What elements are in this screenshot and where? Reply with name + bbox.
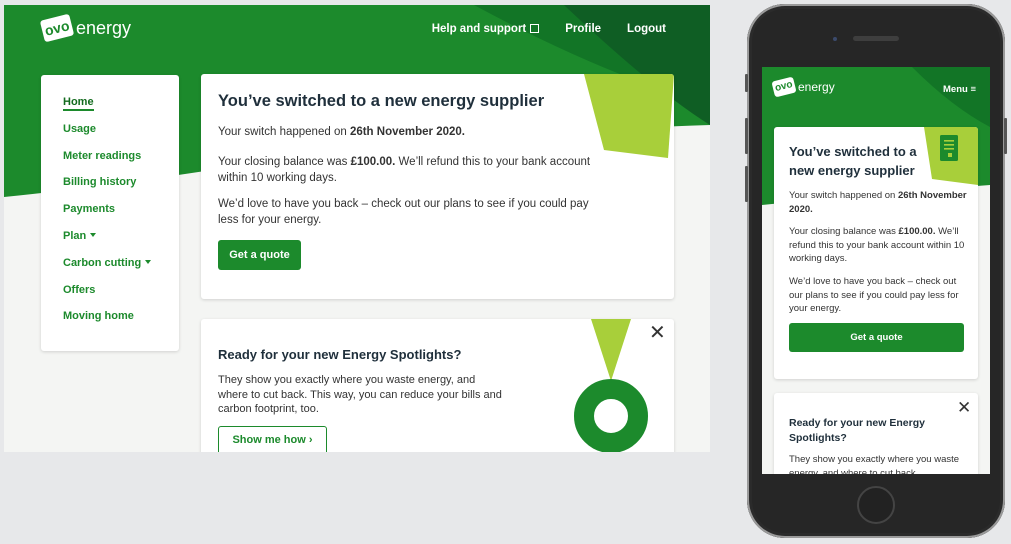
profile-link[interactable]: Profile bbox=[565, 23, 601, 35]
mobile-switch-notice-card: You’ve switched to a new energy supplier… bbox=[774, 127, 978, 379]
help-and-support-label: Help and support bbox=[431, 23, 527, 35]
switch-date-text: Your switch happened on 26th November 20… bbox=[218, 124, 603, 140]
sidebar-item-label: Moving home bbox=[63, 310, 134, 323]
balance-amount: £100.00. bbox=[350, 156, 396, 168]
sidebar-item-label: Usage bbox=[63, 122, 97, 135]
switch-notice-card: You’ve switched to a new energy supplier… bbox=[201, 74, 674, 299]
phone-speaker bbox=[853, 36, 899, 41]
balance-prefix: Your closing balance was bbox=[218, 156, 351, 168]
switch-date-prefix: Your switch happened on bbox=[789, 190, 898, 201]
external-link-icon bbox=[530, 24, 540, 33]
logo-word: energy bbox=[798, 80, 835, 94]
sidebar-item-label: Home bbox=[63, 96, 94, 111]
sidebar-item-carbon-cutting[interactable]: Carbon cutting bbox=[63, 255, 179, 282]
switch-card-title: You’ve switched to a new energy supplier bbox=[789, 144, 917, 178]
mobile-energy-spotlights-card: ✕ Ready for your new Energy Spotlights? … bbox=[774, 393, 978, 474]
sidebar-item-label: Carbon cutting bbox=[63, 256, 142, 269]
get-a-quote-button[interactable]: Get a quote bbox=[218, 240, 301, 270]
closing-balance-text: Your closing balance was £100.00. We’ll … bbox=[789, 225, 969, 266]
phone-mockup: ovo energy Menu ≡ You’ve switched to a n… bbox=[745, 4, 1007, 538]
spotlight-illustration bbox=[574, 319, 648, 452]
comeback-text: We’d love to have you back – check out o… bbox=[218, 198, 589, 226]
get-a-quote-button[interactable]: Get a quote bbox=[789, 323, 964, 352]
sidebar-item-offers[interactable]: Offers bbox=[63, 282, 179, 309]
sidebar-item-payments[interactable]: Payments bbox=[63, 201, 179, 228]
desktop-screenshot: ovo energy Help and support Profile Logo… bbox=[4, 5, 710, 452]
sidebar-item-moving-home[interactable]: Moving home bbox=[63, 308, 179, 335]
logo-mark: ovo bbox=[771, 76, 797, 98]
balance-prefix: Your closing balance was bbox=[789, 226, 899, 237]
sidebar-item-label: Offers bbox=[63, 283, 96, 296]
balance-amount: £100.00. bbox=[898, 226, 936, 237]
switch-card-title: You’ve switched to a new energy supplier bbox=[218, 92, 545, 110]
ovo-energy-logo-mobile[interactable]: ovo energy bbox=[771, 76, 835, 98]
sidebar-item-label: Payments bbox=[63, 203, 115, 216]
sidebar-item-label: Plan bbox=[63, 229, 87, 242]
sidebar-item-home[interactable]: Home bbox=[63, 94, 179, 121]
caret-down-icon bbox=[90, 232, 97, 237]
spotlight-card-body: They show you exactly where you waste en… bbox=[218, 374, 502, 415]
show-me-how-label: Show me how bbox=[232, 434, 306, 446]
phone-volume-up bbox=[745, 118, 748, 154]
closing-balance-text: Your closing balance was £100.00. We’ll … bbox=[218, 154, 603, 186]
top-navigation: Help and support Profile Logout bbox=[432, 23, 666, 35]
phone-mute-switch bbox=[745, 74, 748, 92]
menu-button[interactable]: Menu ≡ bbox=[943, 84, 976, 95]
sidebar-item-meter-readings[interactable]: Meter readings bbox=[63, 148, 179, 175]
sidebar-item-label: Billing history bbox=[63, 176, 137, 189]
comeback-text: We’d love to have you back – check out o… bbox=[789, 276, 959, 315]
close-icon[interactable]: ✕ bbox=[957, 398, 971, 418]
spotlight-card-body: They show you exactly where you waste en… bbox=[789, 454, 960, 474]
ovo-energy-logo[interactable]: ovo energy bbox=[39, 13, 132, 43]
switch-date-value: 26th November 2020. bbox=[349, 126, 465, 138]
close-icon[interactable]: ✕ bbox=[649, 323, 666, 343]
sidebar-item-usage[interactable]: Usage bbox=[63, 121, 179, 148]
lime-corner-decoration bbox=[584, 74, 674, 158]
phone-home-button bbox=[857, 486, 895, 524]
help-and-support-link[interactable]: Help and support bbox=[432, 23, 540, 35]
show-me-how-button[interactable]: Show me how › bbox=[218, 426, 327, 452]
switch-date-text: Your switch happened on 26th November 20… bbox=[789, 189, 969, 216]
phone-volume-down bbox=[745, 166, 748, 202]
account-sidebar: Home Usage Meter readings Billing histor… bbox=[41, 75, 179, 351]
mobile-screen: ovo energy Menu ≡ You’ve switched to a n… bbox=[762, 67, 990, 474]
logout-link[interactable]: Logout bbox=[627, 23, 666, 35]
site-header: ovo energy Help and support Profile Logo… bbox=[4, 5, 710, 55]
phone-camera bbox=[833, 37, 837, 41]
spotlight-card-title: Ready for your new Energy Spotlights? bbox=[789, 417, 925, 444]
sidebar-item-plan[interactable]: Plan bbox=[63, 228, 179, 255]
spotlight-card-title: Ready for your new Energy Spotlights? bbox=[218, 347, 462, 362]
sidebar-item-billing-history[interactable]: Billing history bbox=[63, 174, 179, 201]
logo-word: energy bbox=[76, 17, 132, 38]
sidebar-item-label: Meter readings bbox=[63, 149, 142, 162]
logo-mark: ovo bbox=[39, 13, 75, 43]
phone-power-button bbox=[1004, 118, 1007, 154]
energy-spotlights-card: ✕ Ready for your new Energy Spotlights? … bbox=[201, 319, 674, 452]
chevron-right-icon: › bbox=[308, 434, 313, 446]
caret-down-icon bbox=[145, 259, 152, 264]
switch-date-prefix: Your switch happened on bbox=[218, 126, 350, 138]
lime-corner-decoration bbox=[924, 127, 978, 185]
